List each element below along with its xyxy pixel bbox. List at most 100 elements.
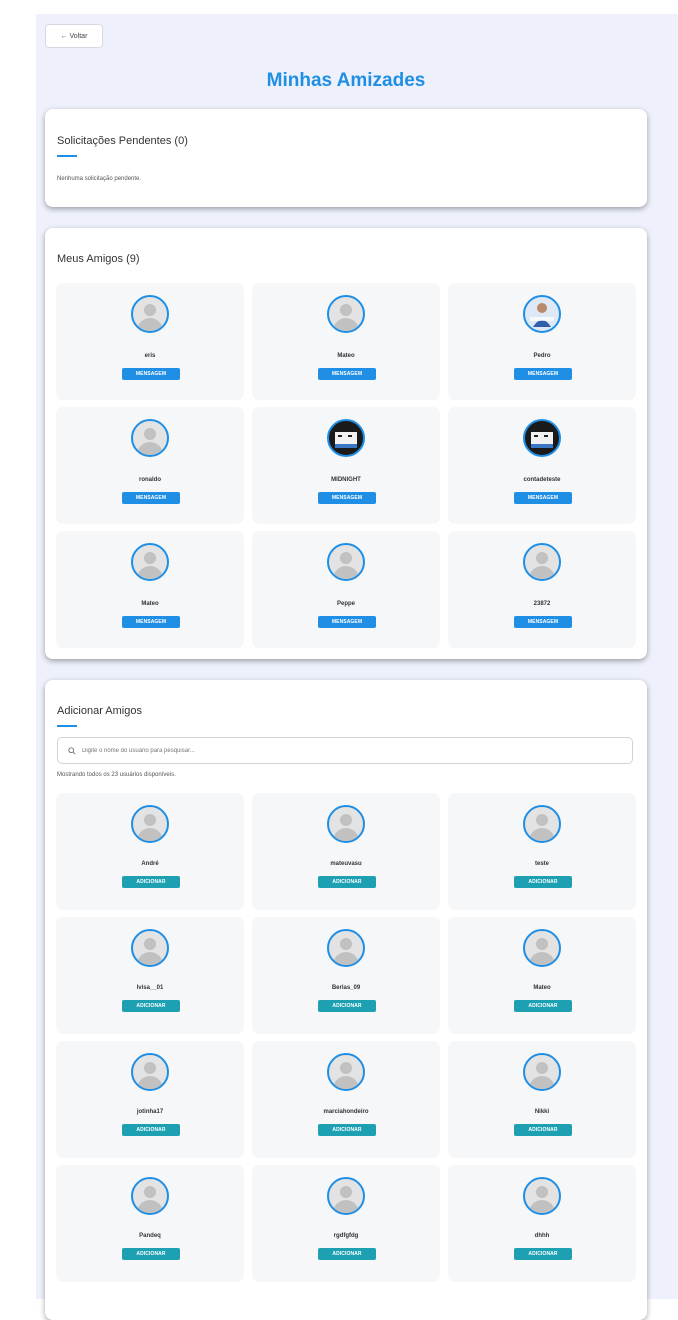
add-friend-button[interactable]: ADICIONAR [318, 876, 376, 888]
user-name: MIDNIGHT [331, 477, 361, 483]
user-name: eris [144, 353, 156, 359]
avatar [523, 805, 561, 843]
avatar [523, 1177, 561, 1215]
user-name: rgdfgfdg [333, 1233, 359, 1239]
user-name: Nikki [534, 1109, 550, 1115]
message-button[interactable]: MENSAGEM [318, 368, 376, 380]
message-button[interactable]: MENSAGEM [318, 492, 376, 504]
user-card: Mateo ADICIONAR [448, 917, 636, 1034]
user-name: mateuvasu [330, 861, 362, 867]
back-button[interactable]: ← Voltar [45, 24, 103, 48]
avatar [327, 929, 365, 967]
user-card: 23872 MENSAGEM [448, 531, 636, 648]
avatar [523, 295, 561, 333]
back-button-label: ← Voltar [60, 32, 88, 40]
user-card: Mateo MENSAGEM [56, 531, 244, 648]
add-friend-button[interactable]: ADICIONAR [122, 1124, 180, 1136]
user-card: teste ADICIONAR [448, 793, 636, 910]
user-name: Mateo [337, 353, 355, 359]
add-friend-button[interactable]: ADICIONAR [318, 1248, 376, 1260]
title-underline [57, 155, 77, 157]
user-name: Berlas_09 [331, 985, 361, 991]
add-friend-button[interactable]: ADICIONAR [514, 1000, 572, 1012]
user-card: Pandeq ADICIONAR [56, 1165, 244, 1282]
friends-grid: eris MENSAGEM Mateo MENSAGEM Pedro MENSAGEM ro… [56, 283, 636, 648]
user-name: marciahondeiro [323, 1109, 369, 1115]
friends-title: Meus Amigos (9) [57, 253, 140, 265]
showing-users-text: Mostrando todos os 23 usuários disponíve… [57, 772, 176, 778]
message-button[interactable]: MENSAGEM [514, 368, 572, 380]
add-friend-button[interactable]: ADICIONAR [318, 1000, 376, 1012]
page-title: Minhas Amizades [266, 70, 426, 91]
user-name: Mateo [141, 601, 159, 607]
avatar [131, 295, 169, 333]
pending-requests-card: Solicitações Pendentes (0) Nenhuma solic… [45, 109, 647, 207]
avatar [327, 1177, 365, 1215]
user-search-input[interactable] [82, 747, 582, 754]
avatar [131, 1053, 169, 1091]
user-name: Peppe [336, 601, 355, 607]
add-friends-card: Adicionar Amigos Mostrando todos os 23 u… [45, 680, 647, 1320]
message-button[interactable]: MENSAGEM [318, 616, 376, 628]
page-container: ← Voltar Minhas Amizades Solicitações Pe… [36, 14, 678, 1320]
avatar [131, 929, 169, 967]
user-card: ronaldo MENSAGEM [56, 407, 244, 524]
add-friend-button[interactable]: ADICIONAR [514, 1124, 572, 1136]
user-name: Pedro [533, 353, 551, 359]
avatar [131, 543, 169, 581]
user-name: Mateo [533, 985, 551, 991]
avatar [523, 543, 561, 581]
message-button[interactable]: MENSAGEM [514, 492, 572, 504]
user-card: Berlas_09 ADICIONAR [252, 917, 440, 1034]
avatar [327, 295, 365, 333]
avatar [327, 543, 365, 581]
add-friends-title: Adicionar Amigos [57, 705, 142, 717]
avatar [523, 419, 561, 457]
user-name: André [141, 861, 159, 867]
user-card: dhhh ADICIONAR [448, 1165, 636, 1282]
pending-empty-text: Nenhuma solicitação pendente. [57, 176, 142, 182]
user-search-field[interactable] [57, 737, 633, 764]
user-card: Pedro MENSAGEM [448, 283, 636, 400]
user-card: rgdfgfdg ADICIONAR [252, 1165, 440, 1282]
search-icon [68, 746, 76, 755]
user-name: 23872 [533, 601, 551, 607]
message-button[interactable]: MENSAGEM [514, 616, 572, 628]
pending-requests-title: Solicitações Pendentes (0) [57, 135, 188, 147]
avatar [523, 1053, 561, 1091]
add-friend-button[interactable]: ADICIONAR [122, 1248, 180, 1260]
user-name: teste [534, 861, 549, 867]
avatar [131, 805, 169, 843]
user-card: André ADICIONAR [56, 793, 244, 910]
friends-card: Meus Amigos (9) eris MENSAGEM Mateo MENSAGE… [45, 228, 647, 659]
add-friend-button[interactable]: ADICIONAR [122, 1000, 180, 1012]
user-card: contadeteste MENSAGEM [448, 407, 636, 524]
avatar [327, 1053, 365, 1091]
user-card: jotinha17 ADICIONAR [56, 1041, 244, 1158]
user-card: Mateo MENSAGEM [252, 283, 440, 400]
avatar [523, 929, 561, 967]
title-underline [57, 725, 77, 727]
user-name: jotinha17 [136, 1109, 164, 1115]
avatar [327, 805, 365, 843]
user-name: contadeteste [523, 477, 561, 483]
add-friend-button[interactable]: ADICIONAR [514, 876, 572, 888]
message-button[interactable]: MENSAGEM [122, 368, 180, 380]
user-card: MIDNIGHT MENSAGEM [252, 407, 440, 524]
add-friends-grid: André ADICIONAR mateuvasu ADICIONAR teste ADI… [56, 793, 636, 1282]
user-name: dhhh [534, 1233, 550, 1239]
user-card: Nikki ADICIONAR [448, 1041, 636, 1158]
add-friend-button[interactable]: ADICIONAR [318, 1124, 376, 1136]
user-card: eris MENSAGEM [56, 283, 244, 400]
add-friend-button[interactable]: ADICIONAR [122, 876, 180, 888]
user-card: lvisa__01 ADICIONAR [56, 917, 244, 1034]
add-friend-button[interactable]: ADICIONAR [514, 1248, 572, 1260]
user-name: Pandeq [139, 1233, 161, 1239]
user-name: lvisa__01 [136, 985, 164, 991]
avatar [131, 419, 169, 457]
user-card: marciahondeiro ADICIONAR [252, 1041, 440, 1158]
message-button[interactable]: MENSAGEM [122, 616, 180, 628]
avatar [327, 419, 365, 457]
user-name: ronaldo [139, 477, 161, 483]
message-button[interactable]: MENSAGEM [122, 492, 180, 504]
